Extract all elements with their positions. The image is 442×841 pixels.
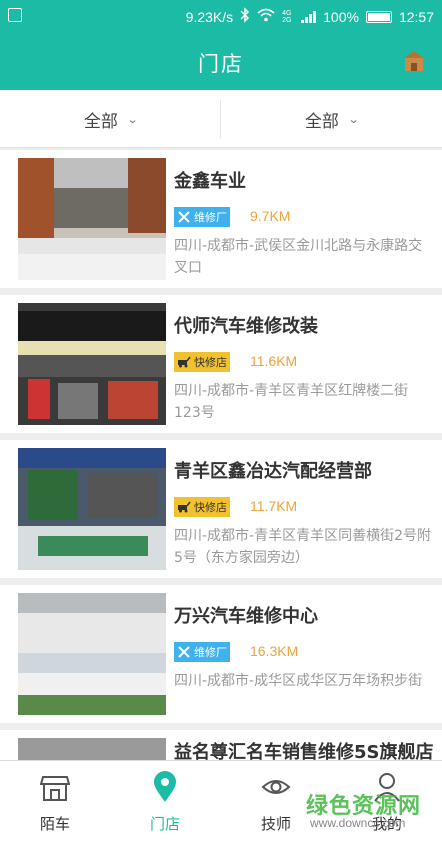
store-address: 四川-成都市-青羊区青羊区同善横街2号附5号（东方家园旁边） (174, 528, 432, 566)
store-type-badge: 维修厂 (174, 642, 230, 662)
store-distance: 16.3KM (250, 643, 299, 659)
store-type-label: 快修店 (194, 356, 227, 369)
app-header: 门店 (0, 32, 442, 90)
bottom-nav: 陌车 门店 技师 我的 (0, 760, 442, 841)
wrench-icon (177, 645, 191, 659)
nav-label: 我的 (371, 815, 402, 833)
clock: 12:57 (398, 8, 434, 25)
store-type-label: 维修厂 (194, 211, 227, 224)
store-icon[interactable] (402, 50, 426, 72)
battery-percent: 100% (323, 8, 359, 25)
store-photo (18, 593, 166, 715)
store-type-label: 快修店 (194, 501, 227, 514)
network-speed: 9.23K/s (185, 8, 234, 25)
filter-bar: 全部 ⌄ 全部 ⌄ (0, 90, 442, 148)
wrench-icon (177, 210, 191, 224)
nav-tab-technicians[interactable]: 技师 (221, 761, 331, 841)
chevron-down-icon: ⌄ (126, 112, 139, 126)
store-distance: 11.6KM (250, 353, 298, 369)
wifi-icon (257, 8, 275, 25)
nav-label: 技师 (260, 815, 291, 833)
store-photo (18, 158, 166, 280)
store-address: 四川-成都市-青羊区青羊区红牌楼二街123号 (174, 383, 409, 421)
battery-icon (365, 10, 392, 23)
store-address: 四川-成都市-成华区成华区万年场积步街 (174, 673, 423, 689)
filter-label: 全部 (83, 111, 118, 132)
store-distance: 11.7KM (250, 498, 298, 514)
store-type-label: 维修厂 (194, 646, 227, 659)
status-indicators: 9.23K/s 4G 2G 100% 12:57 (186, 7, 434, 26)
signal-icon (301, 10, 317, 23)
nav-label: 陌车 (39, 815, 70, 833)
nav-label: 门店 (149, 815, 180, 833)
store-card[interactable]: 青羊区鑫冶达汽配经营部 快修店 11.7KM 四川-成都市-青羊区青羊区同善横街… (0, 440, 442, 578)
store-card[interactable]: 益名尊汇名车销售维修5S旗舰店 (0, 730, 442, 763)
filter-label: 全部 (304, 111, 339, 132)
tow-truck-icon (177, 500, 191, 514)
store-name: 万兴汽车维修中心 (174, 606, 318, 627)
store-name: 代师汽车维修改装 (174, 316, 318, 337)
store-type-badge: 维修厂 (174, 207, 230, 227)
shop-icon (39, 771, 71, 803)
page-title: 门店 (198, 52, 244, 76)
store-address: 四川-成都市-武侯区金川北路与永康路交叉口 (174, 238, 423, 276)
tow-truck-icon (177, 355, 191, 369)
store-type-badge: 快修店 (174, 497, 230, 517)
store-type-badge: 快修店 (174, 352, 230, 372)
store-name: 青羊区鑫冶达汽配经营部 (174, 461, 372, 482)
store-card[interactable]: 万兴汽车维修中心 维修厂 16.3KM 四川-成都市-成华区成华区万年场积步街 (0, 585, 442, 723)
store-photo (18, 448, 166, 570)
store-card[interactable]: 代师汽车维修改装 快修店 11.6KM 四川-成都市-青羊区青羊区红牌楼二街12… (0, 295, 442, 433)
person-icon (372, 771, 402, 803)
bluetooth-icon (240, 7, 250, 26)
store-distance: 9.7KM (250, 208, 291, 224)
chevron-down-icon: ⌄ (347, 112, 360, 126)
location-pin-icon (150, 771, 180, 803)
nav-tab-cars[interactable]: 陌车 (0, 761, 110, 841)
store-photo (18, 738, 166, 760)
filter-dropdown-category[interactable]: 全部 ⌄ (0, 90, 221, 148)
filter-dropdown-area[interactable]: 全部 ⌄ (221, 90, 442, 148)
store-card[interactable]: 金鑫车业 维修厂 9.7KM 四川-成都市-武侯区金川北路与永康路交叉口 (0, 150, 442, 288)
network-type-badge: 4G 2G (282, 9, 292, 24)
nav-tab-profile[interactable]: 我的 (332, 761, 442, 841)
store-photo (18, 303, 166, 425)
store-name: 金鑫车业 (174, 171, 246, 192)
nav-tab-stores[interactable]: 门店 (110, 761, 220, 841)
notification-icon (8, 8, 22, 22)
eye-icon (261, 771, 291, 803)
status-bar: 9.23K/s 4G 2G 100% 12:57 (0, 0, 442, 32)
